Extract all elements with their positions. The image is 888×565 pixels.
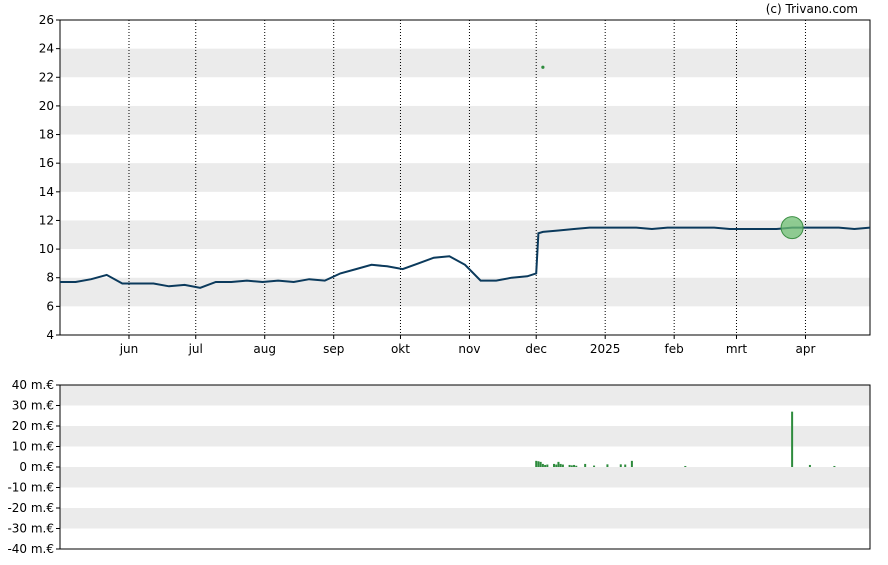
price-scatter-points bbox=[541, 65, 545, 69]
volume-bar bbox=[544, 464, 547, 467]
volume-band bbox=[60, 385, 870, 406]
volume-bar bbox=[557, 461, 560, 467]
stock-chart: (c) Trivano.com 4 6 8 10 12 14 16 18 20 22 24 26 ju… bbox=[7, 2, 871, 556]
x-tick-label: mrt bbox=[726, 342, 748, 356]
volume-bar bbox=[561, 464, 564, 467]
price-y-ticks: 4 6 8 10 12 14 16 18 20 22 24 26 bbox=[39, 13, 60, 342]
volume-bar bbox=[808, 464, 811, 467]
price-chart: 4 6 8 10 12 14 16 18 20 22 24 26 jun jul aug sep okt nov… bbox=[39, 13, 871, 356]
volume-y-tick-label: 0 m.€ bbox=[19, 460, 54, 474]
attribution: (c) Trivano.com bbox=[766, 2, 858, 16]
y-tick-label: 14 bbox=[39, 185, 54, 199]
x-tick-label: apr bbox=[796, 342, 816, 356]
price-band bbox=[60, 105, 870, 135]
volume-y-tick-label: -30 m.€ bbox=[7, 522, 54, 536]
volume-bar bbox=[619, 464, 622, 467]
x-tick-label: nov bbox=[458, 342, 480, 356]
price-x-ticks: jun jul aug sep okt nov dec 2025 feb mrt apr bbox=[119, 335, 816, 356]
volume-bar bbox=[606, 464, 609, 467]
volume-bar bbox=[684, 465, 687, 467]
x-tick-label: aug bbox=[253, 342, 276, 356]
volume-bar bbox=[568, 464, 571, 467]
y-tick-label: 6 bbox=[46, 299, 54, 313]
volume-bar bbox=[541, 463, 544, 467]
volume-chart: -40 m.€ -30 m.€ -20 m.€ -10 m.€ 0 m.€ 10 m.€ 2… bbox=[7, 378, 871, 556]
y-tick-label: 4 bbox=[46, 328, 54, 342]
volume-y-tick-label: 40 m.€ bbox=[12, 378, 54, 392]
volume-bar bbox=[833, 465, 836, 467]
volume-bar bbox=[570, 465, 573, 467]
scatter-point bbox=[541, 65, 545, 69]
y-tick-label: 12 bbox=[39, 213, 54, 227]
volume-bar bbox=[573, 464, 576, 467]
x-tick-label: jul bbox=[188, 342, 203, 356]
volume-bar bbox=[546, 464, 549, 467]
volume-y-tick-label: -20 m.€ bbox=[7, 501, 54, 515]
volume-y-tick-label: 10 m.€ bbox=[12, 440, 54, 454]
volume-bar bbox=[539, 461, 542, 467]
volume-y-ticks: -40 m.€ -30 m.€ -20 m.€ -10 m.€ 0 m.€ 10 m.€ 2… bbox=[7, 378, 60, 556]
volume-y-tick-label: 30 m.€ bbox=[12, 399, 54, 413]
price-band bbox=[60, 163, 870, 192]
volume-bar bbox=[575, 465, 578, 467]
price-bands bbox=[60, 48, 870, 307]
volume-bar bbox=[791, 411, 794, 467]
volume-bar bbox=[535, 460, 538, 467]
y-tick-label: 18 bbox=[39, 128, 54, 142]
volume-bar bbox=[555, 464, 558, 467]
volume-bar bbox=[593, 465, 596, 467]
y-tick-label: 26 bbox=[39, 13, 54, 27]
volume-y-tick-label: -10 m.€ bbox=[7, 481, 54, 495]
volume-bar bbox=[559, 463, 562, 467]
x-tick-label: sep bbox=[323, 342, 344, 356]
y-tick-label: 16 bbox=[39, 156, 54, 170]
price-band bbox=[60, 48, 870, 78]
x-tick-label: feb bbox=[665, 342, 684, 356]
x-tick-label: dec bbox=[525, 342, 547, 356]
x-tick-label: okt bbox=[391, 342, 410, 356]
volume-bar bbox=[553, 463, 556, 467]
x-tick-label: 2025 bbox=[590, 342, 621, 356]
volume-band bbox=[60, 508, 870, 529]
y-tick-label: 22 bbox=[39, 70, 54, 84]
y-tick-label: 10 bbox=[39, 242, 54, 256]
volume-bands bbox=[60, 385, 870, 529]
volume-y-tick-label: -40 m.€ bbox=[7, 542, 54, 556]
volume-bar bbox=[537, 461, 540, 467]
volume-band bbox=[60, 426, 870, 447]
volume-bar bbox=[584, 463, 587, 467]
x-tick-label: jun bbox=[119, 342, 139, 356]
price-band bbox=[60, 220, 870, 250]
volume-band bbox=[60, 467, 870, 488]
volume-bar bbox=[630, 460, 633, 467]
highlight-marker bbox=[780, 216, 804, 240]
y-tick-label: 8 bbox=[46, 271, 54, 285]
y-tick-label: 20 bbox=[39, 99, 54, 113]
volume-y-tick-label: 20 m.€ bbox=[12, 419, 54, 433]
y-tick-label: 24 bbox=[39, 42, 54, 56]
volume-bar bbox=[624, 464, 627, 467]
price-band bbox=[60, 277, 870, 307]
